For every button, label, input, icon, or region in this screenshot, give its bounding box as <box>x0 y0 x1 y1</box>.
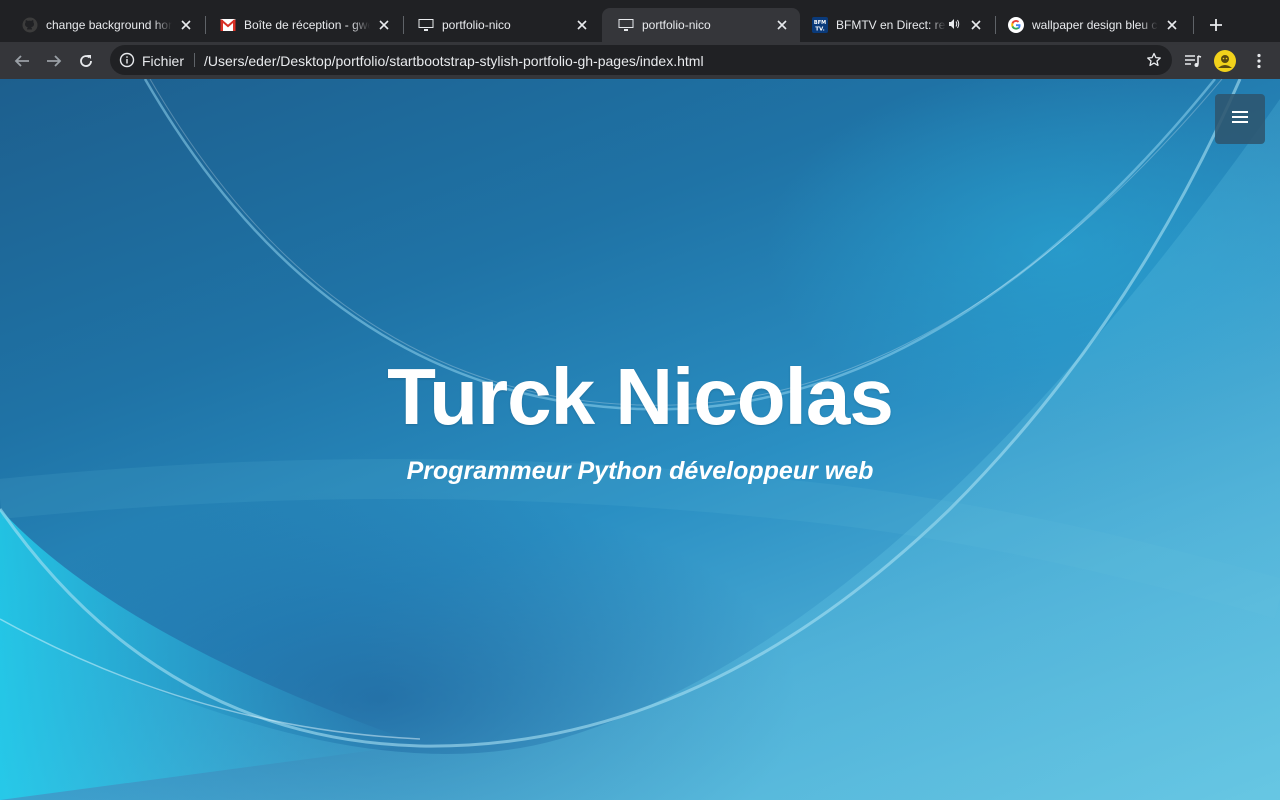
page-subtitle: Programmeur Python développeur web <box>406 457 874 485</box>
tab-close-icon[interactable] <box>774 17 790 33</box>
monitor-icon <box>418 17 434 33</box>
tab-title: wallpaper design bleu c <box>1032 18 1158 32</box>
tab-portfolio-1[interactable]: portfolio-nico <box>402 8 600 42</box>
browser-toolbar: Fichier /Users/eder/Desktop/portfolio/st… <box>0 42 1280 79</box>
bfmtv-icon: BFM TV. <box>812 17 828 33</box>
tab-close-icon[interactable] <box>178 17 194 33</box>
info-icon[interactable] <box>119 52 135 68</box>
hamburger-icon <box>1232 110 1248 129</box>
tab-portfolio-2-active[interactable]: portfolio-nico <box>602 8 800 42</box>
tab-github[interactable]: change background hom <box>6 8 204 42</box>
tab-close-icon[interactable] <box>1164 17 1180 33</box>
tab-bfmtv[interactable]: BFM TV. BFMTV en Direct: re <box>796 8 994 42</box>
monitor-icon <box>618 17 634 33</box>
omnibox-divider <box>194 53 195 67</box>
file-scheme-label: Fichier <box>142 53 185 69</box>
new-tab-plus-icon[interactable] <box>1206 15 1226 35</box>
tab-title: portfolio-nico <box>442 18 511 32</box>
forward-arrow-icon[interactable] <box>43 50 65 72</box>
gmail-icon <box>220 17 236 33</box>
media-queue-icon[interactable] <box>1182 50 1204 72</box>
speaker-icon[interactable] <box>948 18 962 33</box>
reload-icon[interactable] <box>75 50 97 72</box>
tab-title: BFMTV en Direct: re <box>836 18 946 32</box>
svg-text:TV.: TV. <box>815 27 824 33</box>
tab-title: Boîte de réception - gwe <box>244 18 370 32</box>
tab-title: change background hom <box>46 18 172 32</box>
tab-title: portfolio-nico <box>642 18 711 32</box>
address-bar[interactable]: Fichier /Users/eder/Desktop/portfolio/st… <box>110 45 1172 75</box>
hero-section: Turck Nicolas Programmeur Python dévelop… <box>0 347 1280 487</box>
tab-gmail[interactable]: Boîte de réception - gwe <box>204 8 402 42</box>
tab-close-icon[interactable] <box>968 17 984 33</box>
tab-close-icon[interactable] <box>574 17 590 33</box>
back-arrow-icon[interactable] <box>11 50 33 72</box>
bookmark-star-icon[interactable] <box>1146 52 1162 68</box>
tab-google[interactable]: wallpaper design bleu c <box>992 8 1190 42</box>
google-icon <box>1008 17 1024 33</box>
page-title: Turck Nicolas <box>387 352 894 441</box>
github-icon <box>22 17 38 33</box>
svg-text:BFM: BFM <box>814 20 826 26</box>
menu-toggle-button[interactable] <box>1215 94 1265 144</box>
tab-close-icon[interactable] <box>376 17 392 33</box>
tab-strip: change background hom Boîte de réception… <box>0 0 1280 42</box>
page-viewport: Turck Nicolas Programmeur Python dévelop… <box>0 79 1280 800</box>
browser-window: change background hom Boîte de réception… <box>0 0 1280 800</box>
tab-separator <box>1193 16 1194 34</box>
url-text[interactable]: /Users/eder/Desktop/portfolio/startboots… <box>204 53 704 69</box>
kebab-menu-icon[interactable] <box>1248 50 1270 72</box>
profile-avatar[interactable] <box>1214 50 1236 72</box>
